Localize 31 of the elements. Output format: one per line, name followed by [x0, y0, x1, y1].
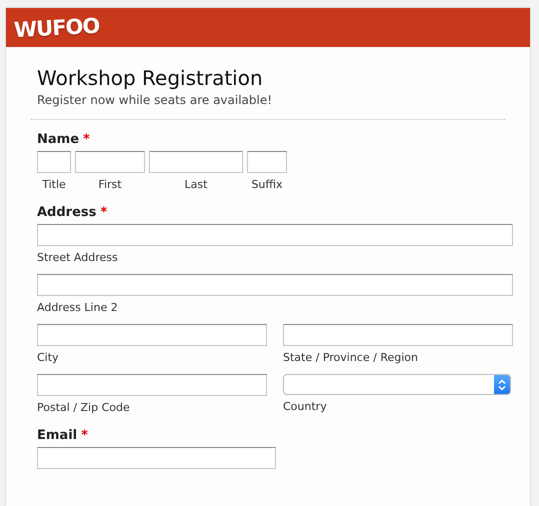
required-mark: * [83, 132, 90, 147]
text-input[interactable] [247, 151, 287, 173]
sublabel: Postal / Zip Code [37, 401, 131, 414]
form-description: Register now while seats are available! [37, 93, 274, 107]
text-input[interactable] [37, 224, 513, 246]
required-mark: * [100, 205, 108, 220]
text-input[interactable] [37, 151, 71, 173]
sublabel: City [37, 351, 60, 364]
sublabel: Suffix [251, 178, 283, 191]
sublabel: State / Province / Region [283, 351, 419, 364]
sublabel: Street Address [37, 251, 119, 264]
text-input[interactable] [283, 324, 513, 346]
text-input[interactable] [75, 151, 145, 173]
text-input[interactable] [37, 324, 267, 346]
sublabel: Address Line 2 [37, 301, 119, 314]
text-input[interactable] [149, 151, 243, 173]
form-title: Workshop Registration [37, 65, 264, 91]
country-select[interactable] [283, 374, 511, 395]
text-input[interactable] [37, 274, 513, 296]
sublabel: Country [283, 400, 328, 413]
field-label: Email [37, 428, 78, 443]
email-input[interactable] [37, 447, 276, 469]
sublabel: First [98, 178, 122, 191]
text-input[interactable] [37, 374, 267, 396]
field-label: Name [37, 132, 80, 147]
chevron-updown-icon [498, 378, 506, 390]
field-label: Address [37, 205, 96, 220]
sublabel: Last [184, 178, 208, 191]
required-mark: * [81, 428, 88, 443]
sublabel: Title [42, 178, 66, 191]
logo: WUFOO [13, 13, 100, 42]
